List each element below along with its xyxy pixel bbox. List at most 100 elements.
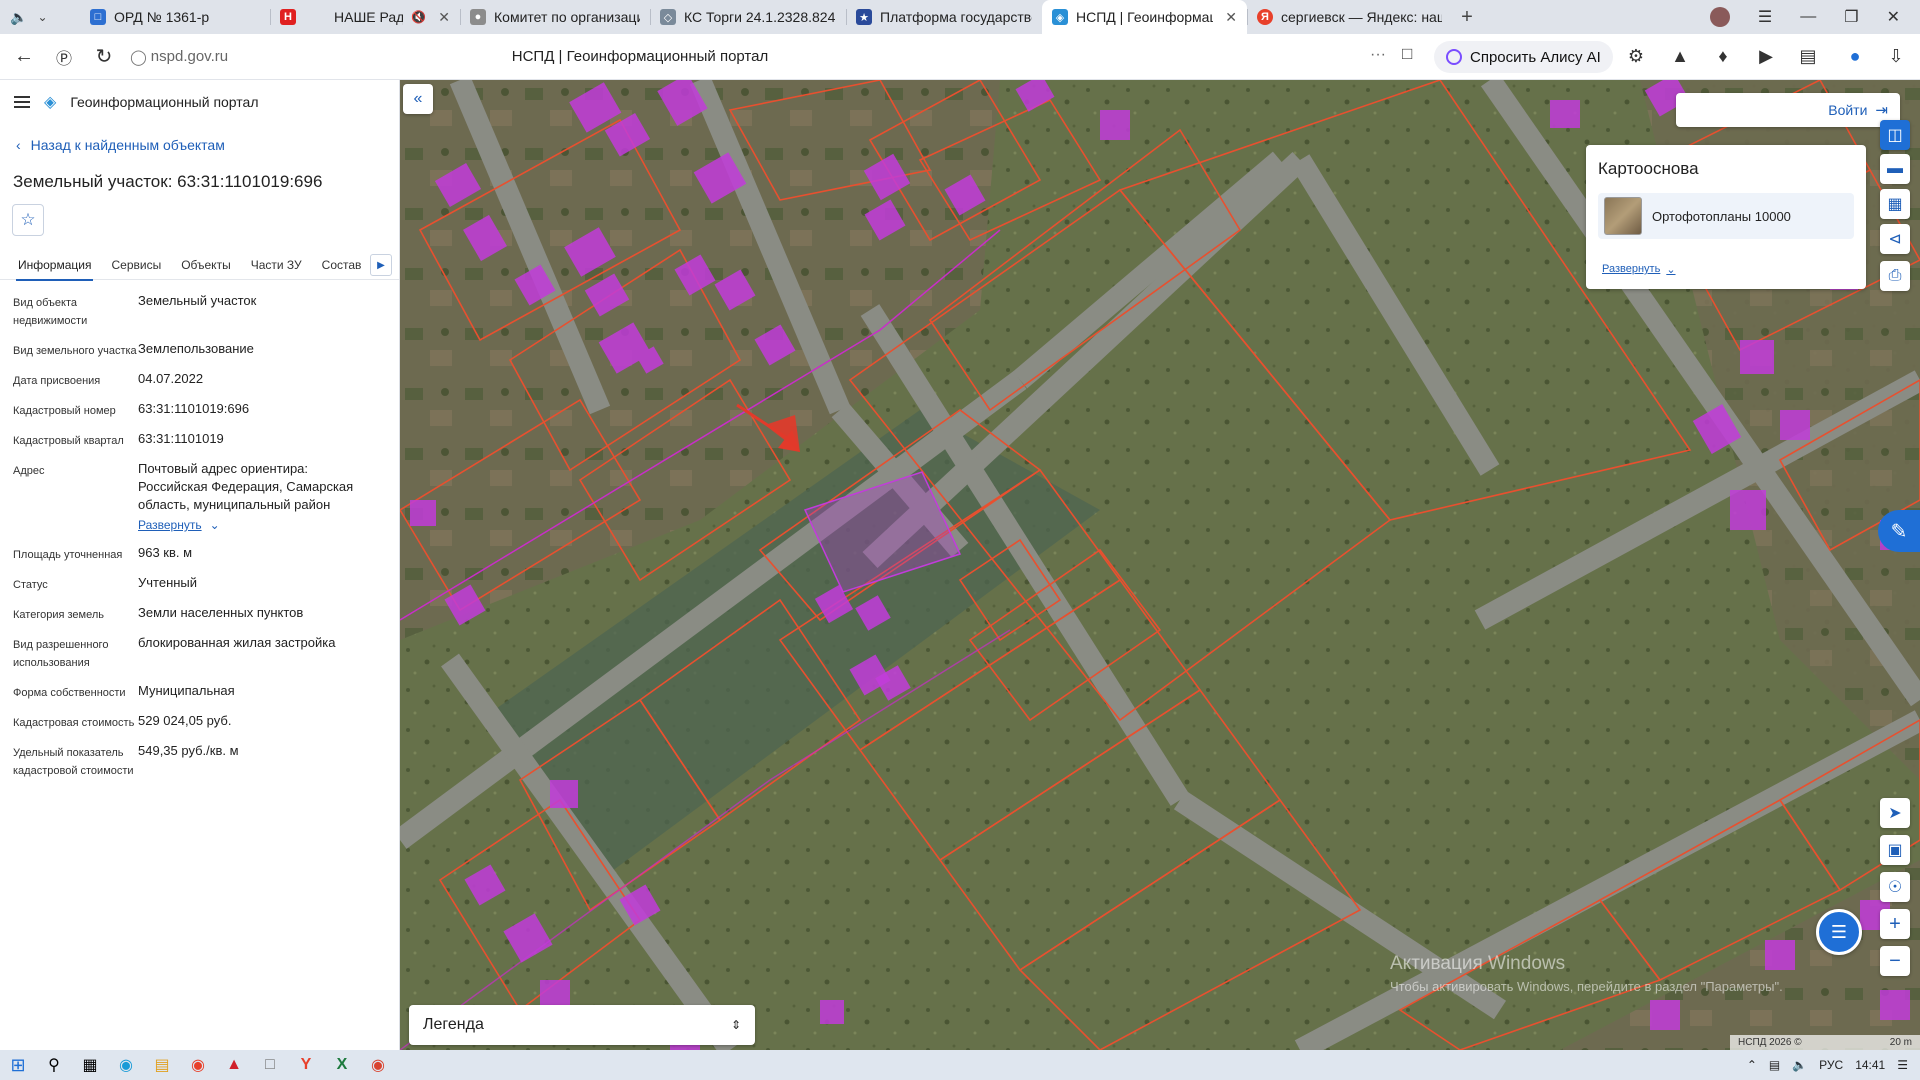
- minimap-button[interactable]: ▣: [1880, 835, 1910, 865]
- reader-icon[interactable]: ▤: [1796, 44, 1820, 68]
- excel-icon[interactable]: X: [324, 1050, 360, 1080]
- tab-platforma[interactable]: ★ Платформа государстве: [846, 0, 1042, 34]
- tab-services[interactable]: Сервисы: [101, 250, 171, 280]
- close-tab-icon[interactable]: ✕: [1225, 9, 1237, 26]
- info-tabs: Информация Сервисы Объекты Части ЗУ Сост…: [0, 250, 399, 281]
- minimize-icon[interactable]: —: [1800, 8, 1816, 26]
- print-tool-button[interactable]: ⎙: [1880, 261, 1910, 291]
- zoom-in-button[interactable]: +: [1880, 909, 1910, 939]
- basemap-option-orthophoto[interactable]: Ортофотопланы 10000: [1598, 193, 1854, 239]
- property-value: 549,35 руб./кв. м: [138, 743, 239, 758]
- back-to-results-link[interactable]: ‹ Назад к найденным объектам: [16, 137, 225, 153]
- acrobat-icon[interactable]: ▲: [216, 1050, 252, 1080]
- select-area-tool-button[interactable]: ▦: [1880, 189, 1910, 219]
- property-row: Кадастровый номер 63:31:1101019:696: [13, 400, 393, 420]
- edge-browser-icon[interactable]: ◉: [108, 1050, 144, 1080]
- location-pin-icon: ☉: [1887, 879, 1903, 896]
- measure-tool-button[interactable]: ▬: [1880, 154, 1910, 184]
- assistant-side-button[interactable]: ✎: [1878, 510, 1920, 552]
- yandex-app-icon[interactable]: ◉: [180, 1050, 216, 1080]
- speaker-icon[interactable]: 🔈: [10, 9, 27, 26]
- geolocation-button[interactable]: ☉: [1880, 872, 1910, 902]
- hamburger-menu-icon[interactable]: [14, 96, 30, 108]
- basemap-option-label: Ортофотопланы 10000: [1652, 208, 1791, 224]
- share-tool-button[interactable]: ⊲: [1880, 224, 1910, 254]
- property-row: Вид земельного участка Землепользование: [13, 340, 393, 360]
- restore-icon[interactable]: ❐: [1844, 7, 1858, 27]
- tray-chevron-up-icon[interactable]: ⌃: [1747, 1058, 1757, 1072]
- network-icon[interactable]: ▤: [1769, 1058, 1780, 1072]
- tab-komitet[interactable]: ● Комитет по организации: [460, 0, 650, 34]
- tab-ks-torgi[interactable]: ◇ КС Торги 24.1.2328.824: [650, 0, 846, 34]
- notepad-icon[interactable]: □: [252, 1050, 288, 1080]
- yandex-browser-icon[interactable]: Y: [288, 1050, 324, 1080]
- tab-ord[interactable]: □ ОРД № 1361-р: [80, 0, 270, 34]
- zoom-out-button[interactable]: −: [1880, 946, 1910, 976]
- tab-nashe-radio[interactable]: H НАШЕ Радио 🔇 ✕: [270, 0, 460, 34]
- property-value: 63:31:1101019: [138, 431, 224, 446]
- close-tab-icon[interactable]: ✕: [438, 9, 450, 26]
- watermark-line1: Активация Windows: [1390, 953, 1566, 974]
- task-view-icon[interactable]: ▦: [72, 1050, 108, 1080]
- extension-tools-icon[interactable]: ⚙: [1624, 44, 1648, 68]
- vpn-icon[interactable]: ●: [1843, 44, 1867, 68]
- extension-hat-icon[interactable]: ▲: [1668, 44, 1692, 68]
- new-tab-button[interactable]: +: [1452, 0, 1482, 34]
- tabs-scroll-right-icon[interactable]: ▶: [370, 254, 392, 276]
- login-button[interactable]: Войти ⇥: [1676, 93, 1900, 127]
- tab-label: Комитет по организации: [494, 9, 640, 25]
- page-title: НСПД | Геоинформационный портал: [511, 48, 769, 65]
- favorite-star-button[interactable]: ☆: [12, 204, 44, 236]
- keyboard-language[interactable]: РУС: [1819, 1058, 1843, 1072]
- clock-time[interactable]: 14:41: [1855, 1058, 1885, 1072]
- browser-tab-strip: 🔈 ⌄ □ ОРД № 1361-р H НАШЕ Радио 🔇 ✕ ● Ко…: [0, 0, 1920, 34]
- property-value: Муниципальная: [138, 683, 235, 698]
- legend-dropdown[interactable]: Легенда ⇕: [409, 1005, 755, 1045]
- extensions-puzzle-icon[interactable]: ♦: [1711, 44, 1735, 68]
- menu-icon[interactable]: ☰: [1758, 7, 1772, 27]
- notifications-icon[interactable]: ☰: [1897, 1058, 1908, 1072]
- basemap-expand-link[interactable]: Развернуть ⌄: [1602, 263, 1676, 276]
- property-row: Форма собственности Муниципальная: [13, 682, 393, 702]
- property-row: Площадь уточненная 963 кв. м: [13, 544, 393, 564]
- volume-icon[interactable]: 🔈: [1792, 1058, 1807, 1072]
- basemap-header: Картооснова: [1598, 159, 1699, 178]
- windows-start-icon[interactable]: ⊞: [0, 1050, 36, 1080]
- locate-me-button[interactable]: ➤: [1880, 798, 1910, 828]
- muted-speaker-icon[interactable]: 🔇: [411, 10, 426, 24]
- more-dots-icon[interactable]: ···: [1370, 46, 1386, 64]
- media-play-icon[interactable]: ▶: [1754, 44, 1778, 68]
- tab-objects[interactable]: Объекты: [171, 250, 241, 280]
- download-icon[interactable]: ⇩: [1884, 44, 1908, 68]
- login-arrow-icon: ⇥: [1875, 102, 1888, 119]
- tab-label: сергиевск — Яндекс: наш: [1281, 9, 1442, 25]
- address-expand-link[interactable]: Развернуть ⌄: [138, 516, 378, 534]
- chrome-icon[interactable]: ◉: [360, 1050, 396, 1080]
- select-area-icon: ▦: [1887, 196, 1903, 213]
- chevron-down-icon[interactable]: ⌄: [37, 10, 47, 24]
- tab-information[interactable]: Информация: [8, 250, 101, 281]
- chat-support-button[interactable]: ☰: [1816, 909, 1862, 955]
- bookmark-icon[interactable]: □: [1402, 44, 1412, 64]
- expand-updown-icon: ⇕: [730, 1018, 741, 1032]
- file-explorer-icon[interactable]: ▤: [144, 1050, 180, 1080]
- property-value: 63:31:1101019:696: [138, 401, 250, 416]
- expand-label: Развернуть: [138, 518, 202, 532]
- profile-avatar-icon[interactable]: [1709, 7, 1730, 27]
- chevron-left-icon: ‹: [16, 137, 21, 153]
- layers-tool-button[interactable]: ◫: [1880, 120, 1910, 150]
- search-icon[interactable]: ⚲: [36, 1050, 72, 1080]
- nashe-favicon-icon: H: [280, 9, 296, 25]
- layers-icon: ◫: [1887, 127, 1903, 144]
- double-chevron-left-icon: «: [413, 90, 423, 107]
- ask-alice-button[interactable]: Спросить Алису AI: [1434, 41, 1613, 73]
- close-window-icon[interactable]: ✕: [1887, 7, 1900, 27]
- tab-nspd[interactable]: ◈ НСПД | Геоинформаци ✕: [1042, 0, 1247, 34]
- tab-parts[interactable]: Части ЗУ: [241, 250, 312, 280]
- map-canvas[interactable]: « Войти ⇥ Картооснова Ортофотопланы 1000…: [400, 80, 1920, 1050]
- tab-composition[interactable]: Состав: [312, 250, 372, 280]
- property-key: Площадь уточненная: [13, 549, 123, 561]
- tab-yandex[interactable]: Я сергиевск — Яндекс: наш: [1247, 0, 1452, 34]
- collapse-panel-button[interactable]: «: [403, 84, 433, 114]
- property-key: Адрес: [13, 465, 45, 477]
